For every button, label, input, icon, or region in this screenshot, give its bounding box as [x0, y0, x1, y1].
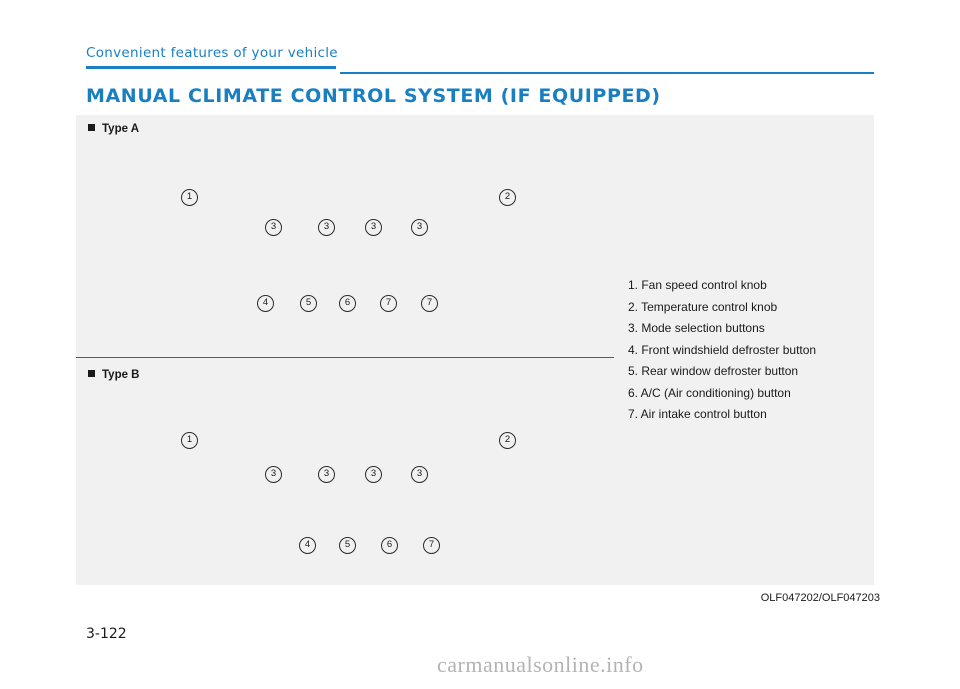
bullet-square-icon: [88, 370, 95, 377]
figure-code: OLF047202/OLF047203: [760, 592, 880, 604]
legend-item: 2. Temperature control knob: [628, 299, 778, 314]
callout-marker-6: 6: [339, 295, 356, 312]
callout-marker-3: 3: [365, 466, 382, 483]
breadcrumb-underline: [86, 66, 336, 69]
legend-item: 3. Mode selection buttons: [628, 321, 765, 335]
callout-marker-3: 3: [265, 466, 282, 483]
watermark: carmanualsonline.info: [437, 652, 644, 677]
callout-marker-3: 3: [365, 219, 382, 236]
callout-marker-3: 3: [265, 219, 282, 236]
page-title: MANUAL CLIMATE CONTROL SYSTEM (IF EQUIPP…: [86, 85, 661, 107]
type-b-text: Type B: [102, 369, 140, 381]
callout-marker-3: 3: [318, 466, 335, 483]
legend-item: 4. Front windshield defroster button: [628, 342, 817, 357]
callout-marker-7: 7: [380, 295, 397, 312]
header-rule: [340, 72, 874, 74]
callout-marker-2: 2: [499, 432, 516, 449]
legend-item: 7. Air intake control button: [628, 407, 767, 421]
document-page: Convenient features of your vehicle MANU…: [0, 0, 960, 689]
callout-marker-6: 6: [381, 537, 398, 554]
callout-marker-2: 2: [499, 189, 516, 206]
legend-item: 6. A/C (Air conditioning) button: [628, 385, 791, 400]
type-b-label: Type B: [88, 369, 140, 381]
legend-item: 5. Rear window defroster button: [628, 364, 799, 378]
callout-marker-4: 4: [299, 537, 316, 554]
callout-marker-3: 3: [318, 219, 335, 236]
callout-marker-3: 3: [411, 219, 428, 236]
section-divider: [76, 357, 614, 358]
legend-item: 1. Fan speed control knob: [628, 278, 767, 292]
callout-marker-1: 1: [181, 432, 198, 449]
callout-marker-4: 4: [257, 295, 274, 312]
callout-marker-3: 3: [411, 466, 428, 483]
callout-marker-1: 1: [181, 189, 198, 206]
callout-marker-7: 7: [421, 295, 438, 312]
callout-marker-5: 5: [300, 295, 317, 312]
page-number: 3-122: [86, 626, 127, 642]
breadcrumb: Convenient features of your vehicle: [86, 45, 338, 61]
legend-list: 1. Fan speed control knob 2. Temperature …: [628, 275, 878, 426]
callout-marker-7: 7: [423, 537, 440, 554]
type-a-label: Type A: [88, 123, 139, 135]
bullet-square-icon: [88, 124, 95, 131]
callout-marker-5: 5: [339, 537, 356, 554]
type-a-text: Type A: [102, 123, 140, 135]
